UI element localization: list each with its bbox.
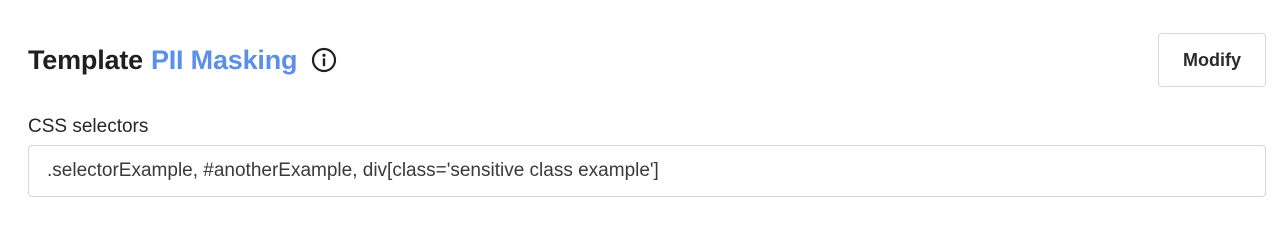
css-selectors-label: CSS selectors: [28, 116, 149, 137]
info-icon[interactable]: [311, 47, 337, 73]
modify-button[interactable]: Modify: [1158, 33, 1266, 87]
section-header: Template PII Masking: [28, 40, 337, 80]
css-selectors-input[interactable]: [28, 145, 1266, 197]
info-circle-icon: [312, 47, 337, 73]
page-title: Template: [28, 44, 143, 75]
template-name-link[interactable]: PII Masking: [151, 45, 298, 76]
